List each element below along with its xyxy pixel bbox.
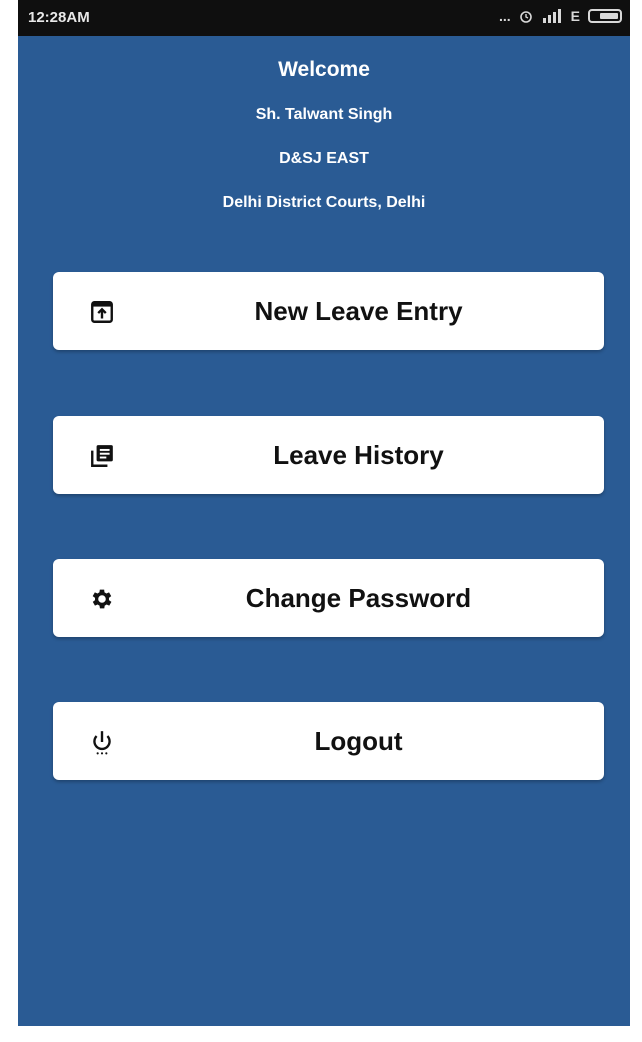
gear-icon <box>92 589 112 609</box>
change-password-button[interactable]: Change Password <box>53 559 604 637</box>
notification-dots-icon: ... <box>498 8 511 24</box>
user-designation: D&SJ EAST <box>279 150 369 167</box>
signal-bars-icon <box>542 9 561 23</box>
library-books-icon <box>91 445 113 467</box>
logout-label: Logout <box>314 726 403 756</box>
court-name: Delhi District Courts, Delhi <box>222 194 426 211</box>
change-password-label: Change Password <box>245 583 472 613</box>
leave-history-button[interactable]: Leave History <box>53 416 604 494</box>
status-icons: ... E <box>499 8 622 24</box>
alarm-icon <box>519 11 532 23</box>
status-time: 12:28AM <box>28 9 90 26</box>
user-name: Sh. Talwant Singh <box>255 106 393 123</box>
welcome-title: Welcome <box>278 58 370 81</box>
app-screen: 12:28AM ... E Welcome Sh. Talwant Singh … <box>18 0 630 1026</box>
leave-history-label: Leave History <box>273 440 444 470</box>
battery-icon <box>588 9 622 23</box>
logout-button[interactable]: Logout <box>53 702 604 780</box>
network-type: E <box>570 8 580 24</box>
new-leave-entry-button[interactable]: New Leave Entry <box>53 272 604 350</box>
upload-box-icon <box>91 301 113 323</box>
status-bar: 12:28AM ... E <box>18 0 630 36</box>
new-leave-entry-label: New Leave Entry <box>254 296 463 326</box>
power-icon <box>93 731 111 755</box>
